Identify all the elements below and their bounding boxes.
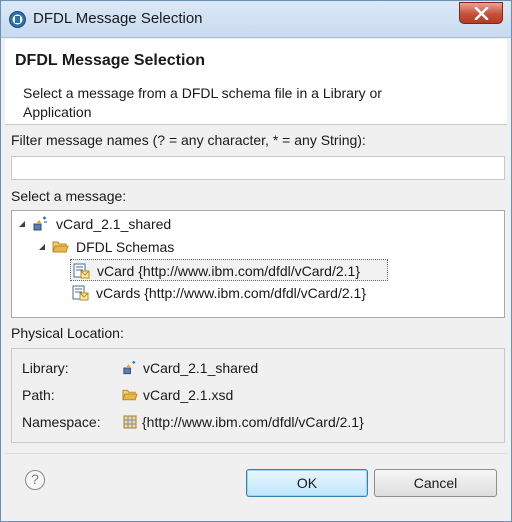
path-value: vCard_2.1.xsd <box>143 387 234 403</box>
help-button[interactable]: ? <box>25 470 45 490</box>
tree-item-folder[interactable]: DFDL Schemas <box>36 236 236 258</box>
select-message-label: Select a message: <box>11 188 127 204</box>
tree-item-label: vCards {http://www.ibm.com/dfdl/vCard/2.… <box>96 285 366 301</box>
library-icon <box>123 360 136 375</box>
footer-divider <box>5 453 507 454</box>
physical-location-panel: Library: vCard_2.1_shared Path: vCard_2.… <box>11 348 505 443</box>
library-row: Library: vCard_2.1_shared <box>22 358 322 378</box>
banner-description: Select a message from a DFDL schema file… <box>23 85 382 120</box>
tree-item-label: DFDL Schemas <box>76 239 175 255</box>
message-icon <box>73 263 90 279</box>
namespace-row: Namespace: {http://www.ibm.com/dfdl/vCar… <box>22 412 442 432</box>
expanded-arrow-icon[interactable] <box>38 243 46 251</box>
message-icon <box>72 285 89 301</box>
app-icon <box>9 11 26 28</box>
filter-label: Filter message names (? = any character,… <box>11 132 366 148</box>
expanded-arrow-icon[interactable] <box>18 220 26 228</box>
window-title: DFDL Message Selection <box>33 10 203 27</box>
title-bar[interactable]: DFDL Message Selection <box>1 1 511 38</box>
tree-item-message[interactable]: vCards {http://www.ibm.com/dfdl/vCard/2.… <box>70 282 400 304</box>
physical-location-label: Physical Location: <box>11 325 124 341</box>
library-value: vCard_2.1_shared <box>143 360 259 376</box>
cancel-button[interactable]: Cancel <box>374 469 497 497</box>
tree-item-label: vCard_2.1_shared <box>56 216 172 232</box>
namespace-value: {http://www.ibm.com/dfdl/vCard/2.1} <box>142 414 364 430</box>
help-icon: ? <box>31 471 39 487</box>
header-banner: DFDL Message Selection Select a message … <box>5 39 507 125</box>
library-key: Library: <box>22 360 69 376</box>
ok-button[interactable]: OK <box>246 469 368 497</box>
dialog-window: DFDL Message Selection DFDL Message Sele… <box>0 0 512 522</box>
filter-input[interactable] <box>11 156 505 180</box>
folder-open-icon <box>122 389 138 401</box>
tree-item-library[interactable]: vCard_2.1_shared <box>16 213 316 235</box>
library-icon <box>33 216 47 231</box>
message-tree[interactable]: vCard_2.1_shared DFDL Schemas vCard {htt… <box>11 210 505 318</box>
close-x-icon <box>474 7 489 20</box>
path-key: Path: <box>22 387 55 403</box>
path-row: Path: vCard_2.1.xsd <box>22 385 322 405</box>
tree-item-message[interactable]: vCard {http://www.ibm.com/dfdl/vCard/2.1… <box>70 259 388 281</box>
folder-open-icon <box>52 241 69 253</box>
namespace-key: Namespace: <box>22 414 101 430</box>
namespace-icon <box>123 415 137 429</box>
tree-item-label: vCard {http://www.ibm.com/dfdl/vCard/2.1… <box>97 263 360 279</box>
close-button[interactable] <box>459 2 503 24</box>
banner-title: DFDL Message Selection <box>15 52 205 69</box>
